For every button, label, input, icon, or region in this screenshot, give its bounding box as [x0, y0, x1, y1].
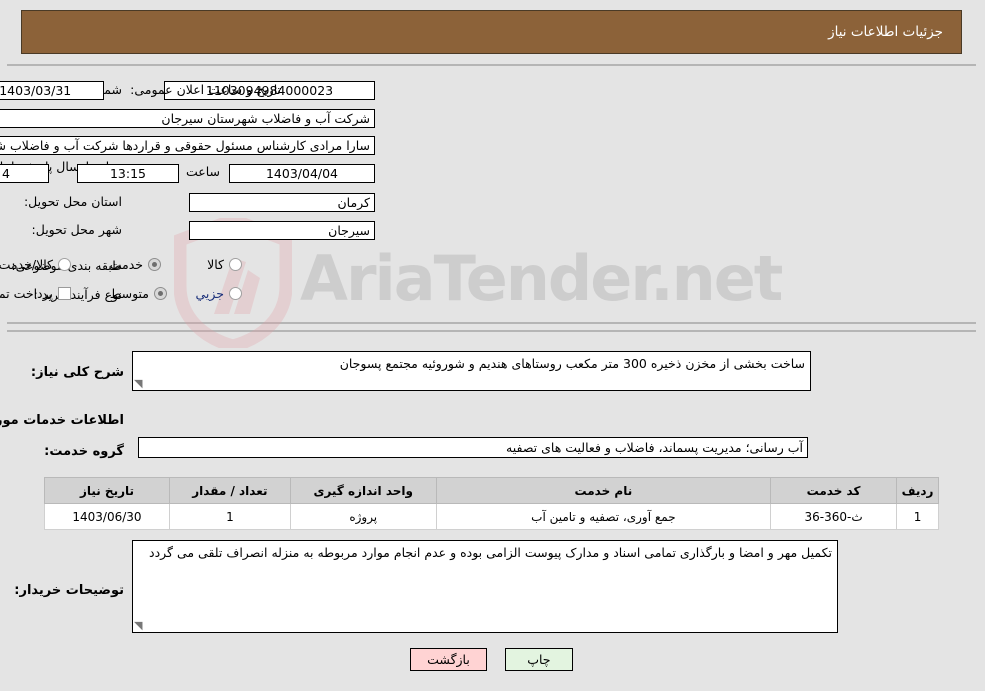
- back-button[interactable]: بازگشت: [411, 648, 488, 671]
- province-field[interactable]: کرمان: [190, 193, 376, 212]
- radio-process-jozi-label: جزیي: [196, 286, 225, 301]
- service-group-label-wrap: گروه خدمت:: [45, 444, 125, 459]
- process-option-jozi[interactable]: جزیي: [182, 286, 243, 301]
- deadline-time-label: ساعت: [186, 164, 221, 179]
- radio-category-kala-khedmat[interactable]: [59, 258, 72, 271]
- table-row: 1 ث-360-36 جمع آوری، تصفیه و تامین آب پر…: [45, 503, 940, 530]
- cell-row-no: 1: [897, 503, 940, 530]
- treasury-checkbox[interactable]: [59, 287, 72, 300]
- cell-service-code: ث-360-36: [771, 503, 899, 530]
- page-root: جزئیات اطلاعات نیاز AriaTender.net شماره…: [0, 0, 985, 691]
- resize-handle-icon-2[interactable]: ◤: [135, 619, 147, 632]
- services-heading: اطلاعات خدمات مورد نیاز: [0, 413, 125, 428]
- province-field-wrap: کرمان: [190, 193, 376, 212]
- province-label: استان محل تحویل:: [24, 194, 123, 209]
- process-option-motavaset[interactable]: متوسط: [97, 286, 168, 301]
- treasury-note-text: پرداخت تمام یا بخشی از مبلغ خرید،از محل …: [0, 286, 54, 301]
- services-table: ردیف کد خدمت نام خدمت واحد اندازه گیری ت…: [45, 477, 940, 530]
- deadline-date-field[interactable]: 1403/04/04: [230, 164, 376, 183]
- service-group-field-wrap: آب رسانی؛ مدیریت پسماند، فاضلاب و فعالیت…: [139, 437, 809, 458]
- th-service-code: کد خدمت: [771, 477, 899, 504]
- radio-category-khedmat[interactable]: [149, 258, 162, 271]
- category-option-kala[interactable]: کالا: [194, 257, 243, 272]
- page-header: جزئیات اطلاعات نیاز: [22, 10, 963, 54]
- deadline-time-label-wrap: ساعت: [182, 164, 226, 179]
- print-button[interactable]: چاپ: [505, 648, 574, 671]
- th-service-name: نام خدمت: [436, 477, 773, 504]
- requester-field-wrap: سارا مرادی کارشناس مسئول حقوقی و قراردها…: [0, 136, 376, 155]
- cell-service-name: جمع آوری، تصفیه و تامین آب: [436, 503, 773, 530]
- cell-quantity: 1: [169, 503, 292, 530]
- announce-datetime-label: تاریخ و ساعت اعلان عمومی:: [131, 82, 282, 97]
- service-group-label: گروه خدمت:: [45, 444, 125, 459]
- city-field[interactable]: سیرجان: [190, 221, 376, 240]
- resize-handle-icon[interactable]: ◤: [135, 377, 147, 390]
- category-option-kala-khedmat[interactable]: کالا/خدمت: [0, 257, 72, 272]
- th-need-date: تاریخ نیاز: [45, 477, 171, 504]
- buyer-org-field[interactable]: شرکت آب و فاضلاب شهرستان سیرجان: [0, 109, 376, 128]
- province-label-wrap: استان محل تحویل:: [25, 194, 123, 209]
- buyer-org-field-wrap: شرکت آب و فاضلاب شهرستان سیرجان: [0, 109, 376, 128]
- need-description-label-wrap: شرح کلی نیاز:: [32, 365, 125, 380]
- radio-category-kala-khedmat-label: کالا/خدمت: [0, 257, 54, 272]
- mid-panel-divider-1: [8, 322, 977, 324]
- radio-process-motavaset-label: متوسط: [110, 286, 150, 301]
- need-description-textarea[interactable]: ساخت بخشی از مخزن ذخیره 300 متر مکعب روس…: [133, 351, 812, 391]
- buyer-notes-label-wrap: توضیحات خریدار:: [15, 583, 125, 598]
- city-label-wrap: شهر محل تحویل:: [33, 222, 123, 237]
- cell-need-date: 1403/06/30: [45, 503, 171, 530]
- buyer-notes-label: توضیحات خریدار:: [15, 583, 125, 598]
- deadline-days-field[interactable]: 4: [0, 164, 50, 183]
- services-heading-wrap: اطلاعات خدمات مورد نیاز: [0, 413, 125, 428]
- announce-datetime-field-wrap: 13:04 - 1403/03/31: [0, 81, 105, 100]
- deadline-time-field[interactable]: 13:15: [78, 164, 180, 183]
- service-group-field[interactable]: آب رسانی؛ مدیریت پسماند، فاضلاب و فعالیت…: [139, 437, 809, 458]
- th-unit: واحد اندازه گیری: [290, 477, 438, 504]
- radio-category-kala[interactable]: [230, 258, 243, 271]
- button-bar: بازگشت چاپ: [0, 648, 985, 671]
- radio-category-kala-label: کالا: [208, 257, 225, 272]
- buyer-notes-textarea[interactable]: تکمیل مهر و امضا و بارگذاری تمامی اسناد …: [133, 540, 839, 633]
- requester-field[interactable]: سارا مرادی کارشناس مسئول حقوقی و قراردها…: [0, 136, 376, 155]
- deadline-date-field-wrap: 1403/04/04: [230, 164, 376, 183]
- announce-datetime-label-wrap: تاریخ و ساعت اعلان عمومی:: [131, 82, 282, 97]
- need-description-textarea-wrap: ساخت بخشی از مخزن ذخیره 300 متر مکعب روس…: [133, 351, 812, 391]
- deadline-days-field-wrap: 4: [0, 164, 50, 183]
- deadline-time-field-wrap: 13:15: [78, 164, 180, 183]
- th-row-no: ردیف: [897, 477, 940, 504]
- category-option-khedmat[interactable]: خدمت: [97, 257, 162, 272]
- city-field-wrap: سیرجان: [190, 221, 376, 240]
- table-header-row: ردیف کد خدمت نام خدمت واحد اندازه گیری ت…: [45, 477, 940, 504]
- radio-category-khedmat-label: خدمت: [110, 257, 144, 272]
- top-panel-divider: [8, 64, 977, 322]
- radio-process-jozi[interactable]: [230, 287, 243, 300]
- treasury-note-row[interactable]: پرداخت تمام یا بخشی از مبلغ خرید،از محل …: [0, 286, 72, 301]
- need-description-label: شرح کلی نیاز:: [31, 365, 125, 380]
- page-title: جزئیات اطلاعات نیاز: [829, 24, 944, 40]
- announce-datetime-field[interactable]: 13:04 - 1403/03/31: [0, 81, 105, 100]
- cell-unit: پروژه: [290, 503, 438, 530]
- radio-process-motavaset[interactable]: [155, 287, 168, 300]
- th-quantity: تعداد / مقدار: [169, 477, 292, 504]
- buyer-notes-textarea-wrap: تکمیل مهر و امضا و بارگذاری تمامی اسناد …: [133, 540, 839, 633]
- city-label: شهر محل تحویل:: [32, 222, 123, 237]
- mid-panel-divider-2: [8, 330, 977, 332]
